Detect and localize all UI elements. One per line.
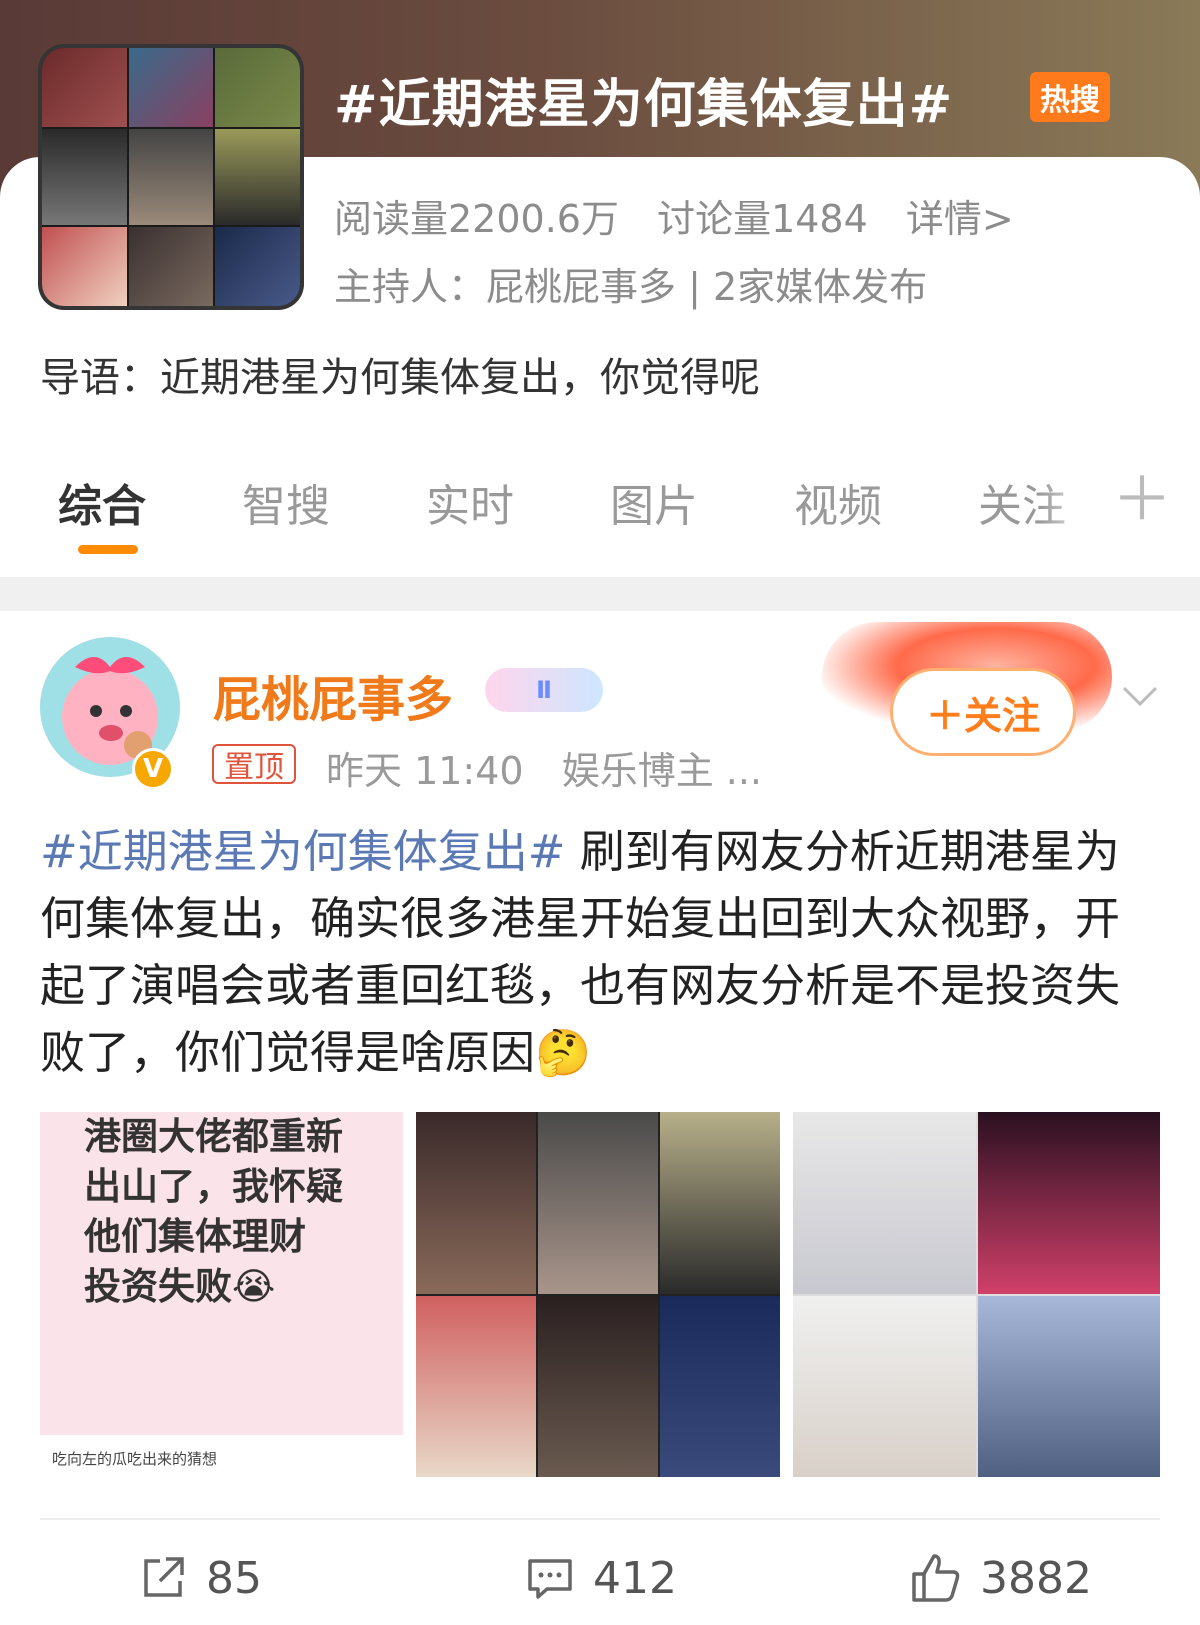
read-count: 阅读量2200.6万 (334, 197, 619, 241)
image-1-text: 港圈大佬都重新 出山了，我怀疑 他们集体理财 投资失败😭 (84, 1112, 343, 1312)
comment-count: 412 (593, 1552, 677, 1604)
topic-cover-image[interactable] (38, 44, 304, 310)
author-role: 娱乐博主 ... (561, 749, 763, 793)
pinned-badge: 置顶 (212, 744, 296, 785)
topic-title: #近期港星为何集体复出# (334, 75, 954, 135)
comment-button[interactable]: 412 (525, 1548, 677, 1608)
tab-smart-search[interactable]: 智搜 (242, 470, 330, 534)
topic-tabs: 综合 智搜 实时 图片 视频 关注 (0, 470, 1200, 570)
topic-stats: 阅读量2200.6万 讨论量1484 详情> (334, 188, 1040, 243)
follow-button[interactable]: ＋关注 (890, 668, 1076, 756)
post-image-1[interactable]: 港圈大佬都重新 出山了，我怀疑 他们集体理财 投资失败😭 吃向左的瓜吃出来的猜想 (40, 1112, 403, 1477)
post-meta: 昨天 11:40 娱乐博主 ... (326, 740, 788, 795)
like-count: 3882 (980, 1552, 1092, 1604)
post-text: #近期港星为何集体复出# 刷到有网友分析近期港星为何集体复出，确实很多港星开始复… (40, 818, 1160, 1086)
repost-button[interactable]: 85 (138, 1548, 262, 1608)
topic-lead: 导语：近期港星为何集体复出，你觉得呢 (40, 355, 760, 401)
like-button[interactable]: 3882 (910, 1548, 1092, 1608)
tab-realtime[interactable]: 实时 (426, 470, 514, 534)
action-divider (40, 1518, 1160, 1520)
section-divider (0, 577, 1200, 611)
image-1-line-2: 出山了，我怀疑 (84, 1165, 343, 1208)
post-time: 昨天 11:40 (326, 749, 524, 793)
image-1-line-1: 港圈大佬都重新 (84, 1115, 343, 1158)
fan-level-badge[interactable]: Ⅱ (485, 668, 603, 712)
tab-pictures[interactable]: 图片 (610, 470, 698, 534)
image-1-line-4: 投资失败😭 (84, 1265, 276, 1308)
verified-icon: V (132, 748, 174, 790)
hot-search-badge: 热搜 (1030, 72, 1110, 122)
repost-icon (144, 1557, 184, 1597)
post-image-2[interactable] (416, 1112, 780, 1477)
discussion-count: 讨论量1484 (657, 197, 868, 241)
author-name[interactable]: 屁桃屁事多 (213, 660, 453, 730)
tab-overflow-fade (1040, 470, 1100, 530)
chevron-down-icon[interactable] (1120, 676, 1160, 716)
image-1-line-3: 他们集体理财 (84, 1215, 306, 1258)
active-tab-indicator (78, 545, 138, 554)
details-link[interactable]: 详情> (906, 197, 1014, 241)
thumbs-up-icon (912, 1554, 960, 1602)
post-image-3[interactable] (793, 1112, 1160, 1477)
comment-icon (528, 1559, 572, 1599)
tab-videos[interactable]: 视频 (794, 470, 882, 534)
repost-count: 85 (206, 1552, 262, 1604)
topic-host[interactable]: 主持人：屁桃屁事多 | 2家媒体发布 (334, 256, 927, 311)
image-1-caption: 吃向左的瓜吃出来的猜想 (52, 1450, 218, 1468)
tab-comprehensive[interactable]: 综合 (58, 470, 146, 534)
post-hashtag[interactable]: #近期港星为何集体复出# (40, 825, 565, 878)
add-tab-icon[interactable]: ＋ (1112, 470, 1172, 530)
